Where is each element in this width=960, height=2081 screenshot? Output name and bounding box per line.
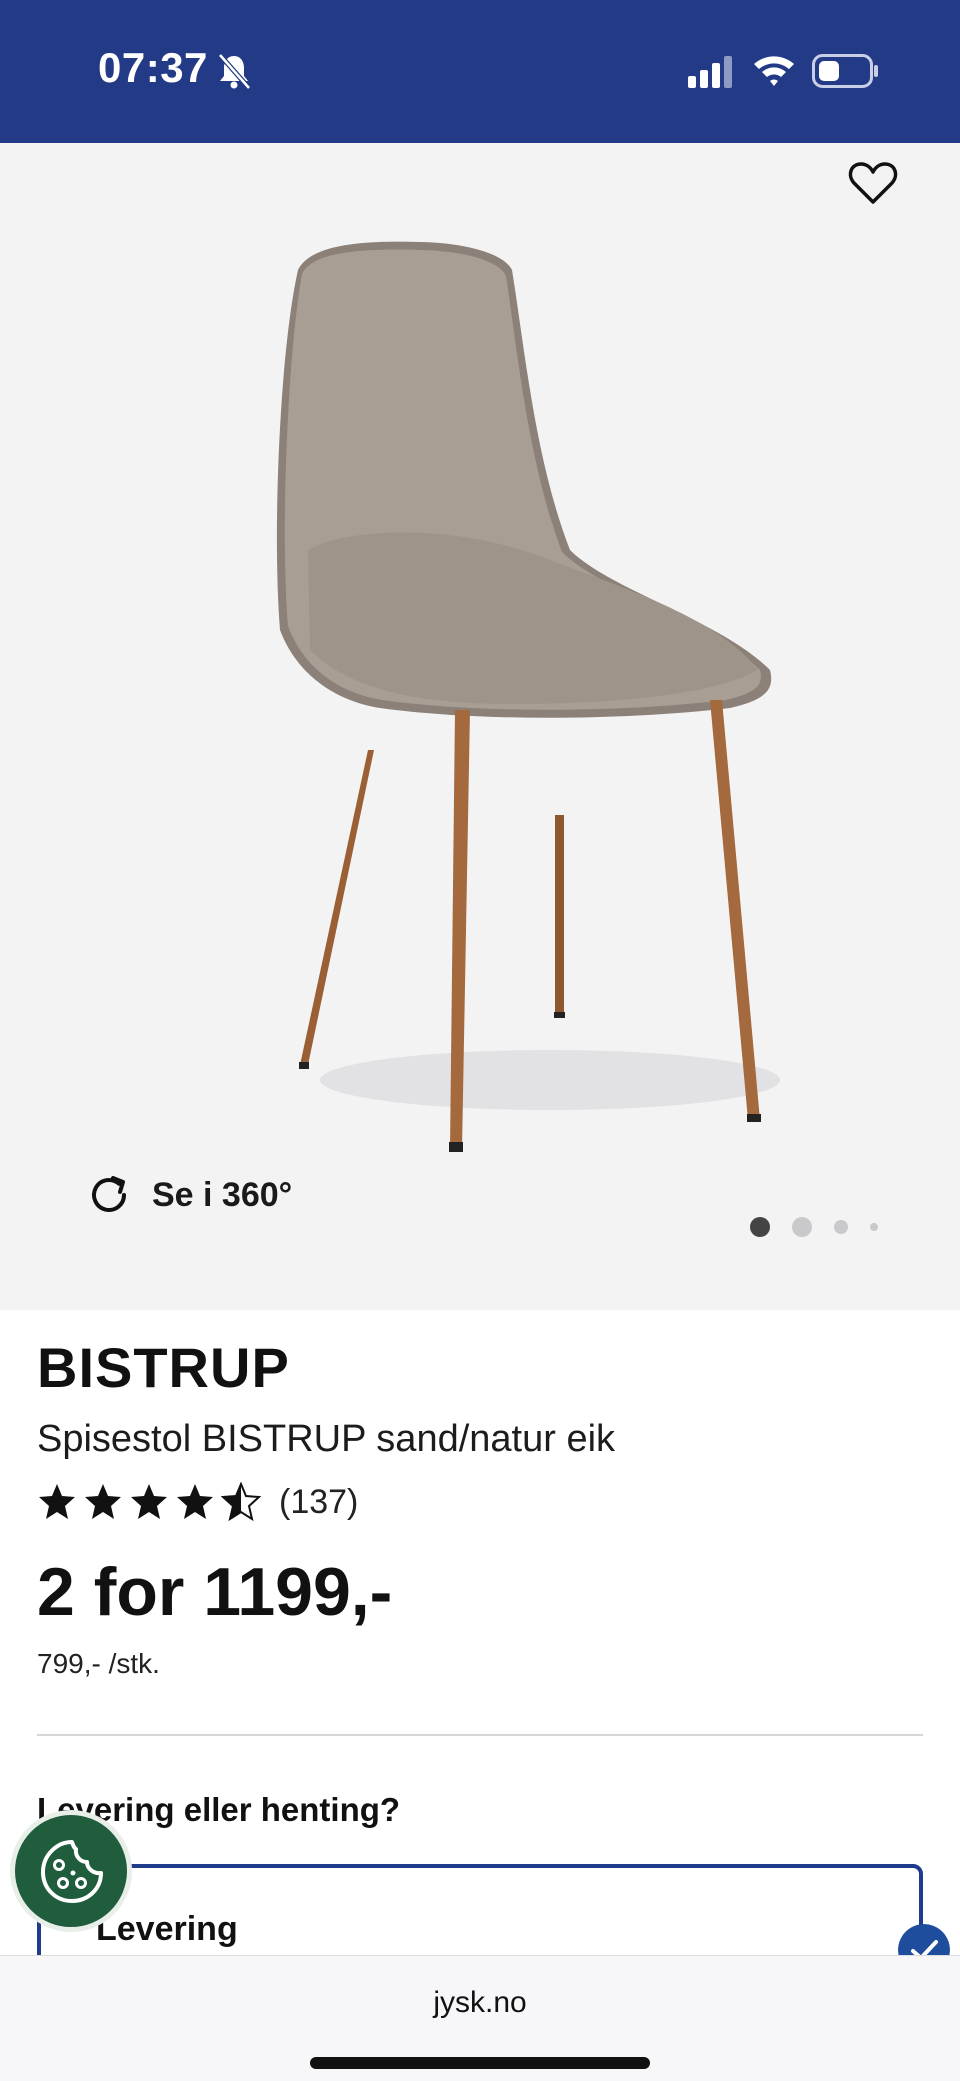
- wifi-icon: [754, 56, 794, 86]
- bell-slash-icon: [218, 53, 251, 90]
- cellular-signal-icon: [688, 56, 732, 88]
- battery-icon: [812, 54, 878, 88]
- price-per-unit: 799,- /stk.: [37, 1648, 160, 1679]
- divider: [37, 1734, 923, 1736]
- url-label[interactable]: jysk.no: [0, 1986, 960, 2020]
- favorite-heart-icon[interactable]: [848, 160, 898, 206]
- gallery-dot[interactable]: [870, 1223, 878, 1231]
- product-rating[interactable]: (137): [37, 1482, 358, 1522]
- status-bar: 07:37: [0, 0, 960, 143]
- home-indicator: [310, 2057, 650, 2069]
- product-description: Spisestol BISTRUP sand/natur eik: [37, 1418, 616, 1460]
- star-full-icon: [177, 1484, 213, 1519]
- product-title: BISTRUP: [37, 1336, 290, 1399]
- rotate-icon: [92, 1176, 126, 1212]
- browser-address-bar[interactable]: jysk.no: [0, 1955, 960, 2081]
- rating-count: (137): [279, 1482, 359, 1521]
- star-half-icon: [221, 1482, 261, 1522]
- status-time: 07:37: [98, 44, 208, 91]
- product-image: [276, 241, 780, 1152]
- product-image-gallery[interactable]: Se i 360°: [0, 143, 960, 1310]
- price-offer: 2 for 1199,-: [37, 1554, 393, 1630]
- view-360-label: Se i 360°: [152, 1175, 293, 1214]
- gallery-pagination: [750, 1217, 878, 1237]
- cookie-settings-button[interactable]: [10, 1810, 132, 1932]
- view-360-button[interactable]: Se i 360°: [86, 1172, 292, 1218]
- gallery-dot[interactable]: [792, 1217, 812, 1237]
- delivery-option-label: Levering: [96, 1910, 238, 1948]
- cookie-icon: [41, 1840, 103, 1903]
- gallery-dot[interactable]: [834, 1220, 848, 1234]
- star-full-icon: [131, 1484, 167, 1519]
- star-full-icon: [85, 1484, 121, 1519]
- star-full-icon: [39, 1484, 75, 1519]
- gallery-dot-active[interactable]: [750, 1217, 770, 1237]
